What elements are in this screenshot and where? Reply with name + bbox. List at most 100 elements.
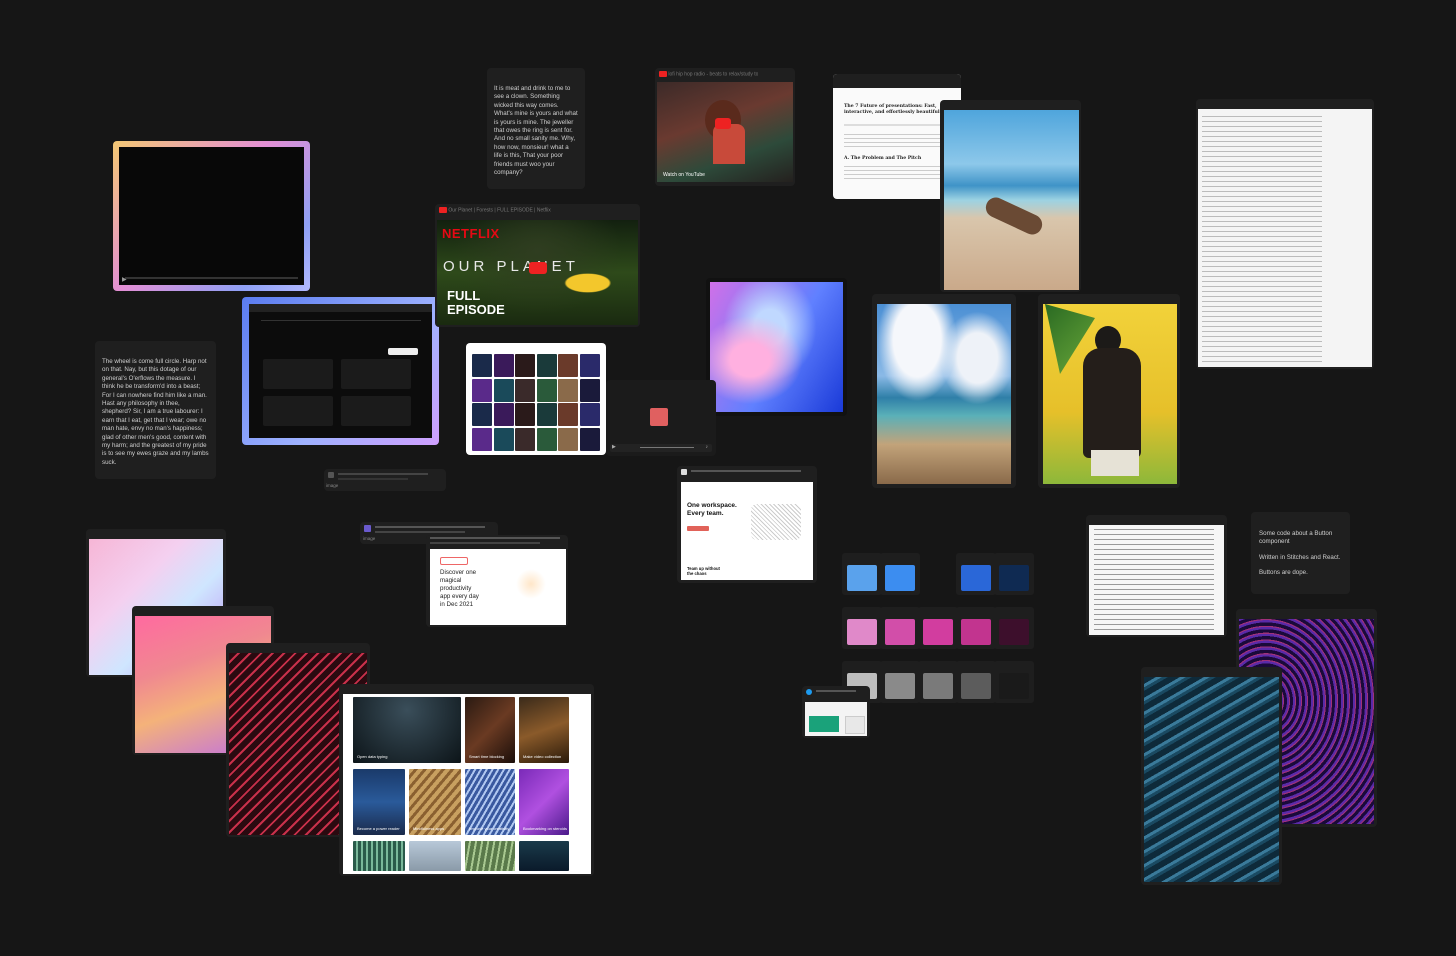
wallpaper-tile[interactable] xyxy=(515,403,535,426)
wallpaper-tile[interactable] xyxy=(579,403,600,426)
note-line-1: Some code about a Button component xyxy=(1259,530,1333,546)
painting-card[interactable] xyxy=(1038,294,1180,488)
episode-label-full: FULL xyxy=(447,288,481,303)
gallery-tile[interactable] xyxy=(519,841,569,871)
wallpaper-tile[interactable] xyxy=(536,403,557,426)
lofi-video-card[interactable]: lofi hip hop radio - beats to relax/stud… xyxy=(655,68,795,186)
gallery-tile[interactable] xyxy=(465,841,515,871)
coast-photo-card[interactable] xyxy=(872,294,1016,488)
wallpaper-tile[interactable] xyxy=(558,354,578,377)
swatch-card[interactable] xyxy=(918,661,958,703)
color-swatch xyxy=(961,619,991,645)
video-player-gradient[interactable]: ▶ xyxy=(113,141,310,291)
gallery-tile-label: Open data typing xyxy=(357,754,388,759)
color-swatch xyxy=(999,565,1029,591)
ph-line-2: magical xyxy=(440,577,462,584)
wallpaper-tile[interactable] xyxy=(558,403,578,426)
color-swatch xyxy=(847,619,877,645)
wallpaper-tile[interactable] xyxy=(579,354,600,377)
wallpaper-gallery-card[interactable] xyxy=(466,343,606,455)
swatch-card[interactable] xyxy=(918,607,958,649)
notion-headline-2: Every team. xyxy=(687,510,724,517)
wallpaper-tile[interactable] xyxy=(579,427,600,451)
gallery-tile[interactable]: Open data typing xyxy=(353,697,461,763)
beach-photo-card[interactable] xyxy=(940,100,1081,292)
netflix-video-card[interactable]: Our Planet | Forests | FULL EPISODE | Ne… xyxy=(435,204,640,327)
color-swatch xyxy=(885,619,915,645)
color-swatch xyxy=(999,619,1029,645)
wallpaper-tile[interactable] xyxy=(536,378,557,402)
wallpaper-grid xyxy=(472,354,600,451)
swatch-card[interactable] xyxy=(880,661,920,703)
play-icon[interactable] xyxy=(715,118,731,129)
gallery-tile[interactable]: Bookmarking on steroids xyxy=(519,769,569,835)
coast-photo xyxy=(877,304,1011,484)
swatch-card[interactable] xyxy=(842,607,882,649)
mesh-gradient xyxy=(710,282,843,412)
wallpaper-tile[interactable] xyxy=(472,427,492,451)
swatch-card[interactable] xyxy=(956,607,996,649)
notion-card[interactable]: One workspace. Every team. Team up witho… xyxy=(677,466,817,583)
code-card-large[interactable] xyxy=(1196,99,1374,369)
color-swatch xyxy=(885,565,915,591)
wallpaper-tile[interactable] xyxy=(493,354,514,377)
audio-player-card[interactable]: ▶ ♪ xyxy=(606,380,716,456)
gallery-tile[interactable]: Mindfulness apps xyxy=(409,769,461,835)
wallpaper-tile[interactable] xyxy=(536,354,557,377)
gallery-tile[interactable] xyxy=(353,841,405,871)
beach-photo xyxy=(944,110,1079,290)
wallpaper-tile[interactable] xyxy=(536,427,557,451)
swatch-card[interactable] xyxy=(880,553,920,595)
text-note-top: It is meat and drink to me to see a clow… xyxy=(487,68,585,189)
swatch-card[interactable] xyxy=(994,607,1034,649)
swatch-card[interactable] xyxy=(956,553,996,595)
link-preview-small[interactable]: image xyxy=(324,469,446,491)
wallpaper-tile[interactable] xyxy=(579,378,600,402)
gallery-tile[interactable]: Make video collection xyxy=(519,697,569,763)
wallpaper-tile[interactable] xyxy=(472,378,492,402)
color-swatch xyxy=(923,619,953,645)
wallpaper-tile[interactable] xyxy=(493,378,514,402)
wallpaper-tile[interactable] xyxy=(515,378,535,402)
audio-progress[interactable] xyxy=(640,447,694,448)
wallpaper-tile[interactable] xyxy=(515,427,535,451)
wallpaper-tile[interactable] xyxy=(472,403,492,426)
swatch-card[interactable] xyxy=(842,553,882,595)
gallery-tile-label: Mindfulness apps xyxy=(413,826,445,831)
ph-line-5: in Dec 2021 xyxy=(440,601,474,608)
video-title: Our Planet | Forests | FULL EPISODE | Ne… xyxy=(448,207,551,214)
gallery-tile[interactable]: Become a power reader xyxy=(353,769,405,835)
album-art xyxy=(650,408,668,426)
show-title: OUR PLANET xyxy=(443,258,579,275)
cta-button[interactable] xyxy=(687,526,709,531)
mesh-gradient-card[interactable] xyxy=(706,278,847,416)
wallpaper-tile[interactable] xyxy=(493,403,514,426)
play-icon[interactable] xyxy=(529,262,547,274)
video-progress-bar[interactable] xyxy=(125,277,298,279)
swatch-card[interactable] xyxy=(880,607,920,649)
wallpaper-tile[interactable] xyxy=(515,354,535,377)
gallery-tile[interactable]: Smart time blocking xyxy=(465,697,515,763)
wallpaper-tile[interactable] xyxy=(493,427,514,451)
gallery-tile-label: Make video collection xyxy=(523,754,562,759)
youtube-icon xyxy=(439,207,447,213)
wallpaper-gallery-large[interactable]: Open data typing Smart time blocking Make … xyxy=(339,684,594,876)
team-text-2: the chaos xyxy=(687,571,707,576)
producthunt-card[interactable]: Discover one magical productivity app ev… xyxy=(426,535,568,627)
tweet-card[interactable] xyxy=(802,686,870,738)
volume-icon[interactable]: ♪ xyxy=(706,444,709,450)
swatch-card[interactable] xyxy=(956,661,996,703)
play-icon[interactable]: ▶ xyxy=(122,276,127,283)
blue-sand-image xyxy=(1144,677,1279,882)
swatch-card[interactable] xyxy=(994,553,1034,595)
blue-sand-card[interactable] xyxy=(1141,667,1282,885)
gallery-tile[interactable] xyxy=(409,841,461,871)
painting-image xyxy=(1043,304,1177,484)
wallpaper-tile[interactable] xyxy=(558,378,578,402)
play-icon[interactable]: ▶ xyxy=(612,444,616,450)
gallery-tile[interactable]: Improve your creativity xyxy=(465,769,515,835)
swatch-card[interactable] xyxy=(994,661,1034,703)
wallpaper-tile[interactable] xyxy=(558,427,578,451)
code-card-small[interactable] xyxy=(1086,515,1227,637)
wallpaper-tile[interactable] xyxy=(472,354,492,377)
